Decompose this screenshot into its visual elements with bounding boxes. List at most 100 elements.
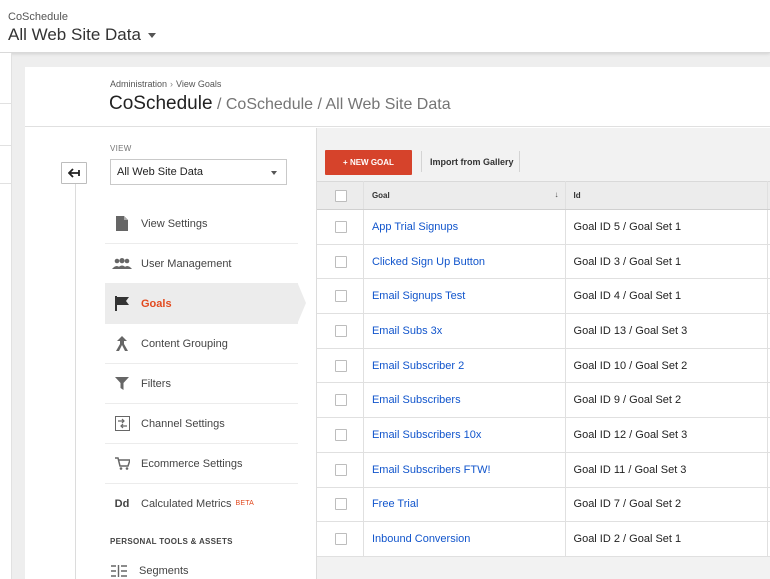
document-icon — [111, 216, 133, 232]
table-row: Free Trial Goal ID 7 / Goal Set 2 — [317, 487, 770, 523]
back-arrow-icon — [68, 168, 80, 178]
row-checkbox[interactable] — [335, 463, 347, 476]
page-title: CoSchedule / CoSchedule / All Web Site D… — [109, 93, 451, 115]
breadcrumb: Administration › View Goals — [110, 79, 221, 89]
row-checkbox-cell — [317, 278, 364, 315]
table-row: Email Subs 3x Goal ID 13 / Goal Set 3 — [317, 313, 770, 349]
table-row: Email Subscribers FTW! Goal ID 11 / Goal… — [317, 452, 770, 488]
row-checkbox-cell — [317, 313, 364, 349]
column-header-id[interactable]: Id — [565, 181, 768, 210]
goal-link[interactable]: Email Subs 3x — [363, 313, 566, 349]
menu-item-segments[interactable]: Segments — [111, 565, 189, 577]
column-header-goal[interactable]: Goal ↓ — [363, 181, 566, 210]
row-checkbox[interactable] — [335, 255, 347, 268]
sort-down-arrow-icon: ↓ — [554, 190, 559, 199]
goal-link[interactable]: Email Subscribers — [363, 382, 566, 419]
caret-down-icon — [271, 171, 277, 175]
menu-item-label: Content Grouping — [141, 337, 228, 350]
flag-icon — [111, 296, 133, 312]
menu-item-goals[interactable]: Goals — [105, 284, 306, 324]
row-checkbox[interactable] — [335, 533, 347, 546]
table-header-row: Goal ↓ Id — [317, 181, 770, 210]
menu-item-label: View Settings — [141, 217, 208, 230]
table-row: Inbound Conversion Goal ID 2 / Goal Set … — [317, 521, 770, 557]
breadcrumb-view-goals[interactable]: View Goals — [176, 79, 221, 89]
view-label: VIEW — [110, 144, 132, 153]
row-checkbox[interactable] — [335, 394, 347, 407]
goal-link[interactable]: Email Signups Test — [363, 278, 566, 315]
menu-item-label: Ecommerce Settings — [141, 457, 243, 470]
cart-icon — [111, 456, 133, 472]
row-checkbox[interactable] — [335, 428, 347, 441]
table-row: Email Subscriber 2 Goal ID 10 / Goal Set… — [317, 348, 770, 384]
row-checkbox-cell — [317, 382, 364, 419]
users-icon — [111, 256, 133, 272]
row-checkbox-cell — [317, 348, 364, 384]
toolbar-divider — [519, 151, 520, 172]
view-menu: View Settings User Management Goals Cont… — [105, 204, 306, 523]
row-checkbox[interactable] — [335, 324, 347, 337]
goal-link[interactable]: App Trial Signups — [363, 209, 566, 245]
row-checkbox[interactable] — [335, 359, 347, 372]
content-grouping-icon — [111, 336, 133, 352]
segments-icon — [111, 565, 129, 577]
row-checkbox-cell — [317, 487, 364, 523]
goal-link[interactable]: Inbound Conversion — [363, 521, 566, 557]
table-row: Email Subscribers Goal ID 9 / Goal Set 2 — [317, 382, 770, 419]
select-all-cell — [317, 181, 364, 210]
menu-item-user-management[interactable]: User Management — [105, 244, 298, 284]
select-all-checkbox[interactable] — [335, 189, 347, 202]
menu-item-calculated-metrics[interactable]: Dd Calculated Metrics BETA — [105, 484, 298, 523]
goal-id: Goal ID 12 / Goal Set 3 — [565, 417, 768, 453]
left-gutter — [0, 53, 12, 579]
panel-header: Administration › View Goals CoSchedule / C… — [25, 67, 770, 127]
page-title-sub: / CoSchedule / All Web Site Data — [212, 96, 451, 113]
table-row: Email Signups Test Goal ID 4 / Goal Set … — [317, 278, 770, 315]
menu-item-view-settings[interactable]: View Settings — [105, 204, 298, 244]
goal-id: Goal ID 13 / Goal Set 3 — [565, 313, 768, 349]
menu-item-content-grouping[interactable]: Content Grouping — [105, 324, 298, 364]
menu-item-label: Segments — [139, 565, 189, 577]
account-name: CoSchedule — [8, 11, 68, 23]
goal-id: Goal ID 7 / Goal Set 2 — [565, 487, 768, 523]
personal-tools-heading: PERSONAL TOOLS & ASSETS — [110, 537, 233, 546]
goal-link[interactable]: Free Trial — [363, 487, 566, 523]
menu-item-label: Filters — [141, 377, 171, 390]
caret-down-icon — [147, 32, 156, 38]
menu-item-ecommerce-settings[interactable]: Ecommerce Settings — [105, 444, 298, 484]
row-checkbox[interactable] — [335, 220, 347, 233]
property-selector[interactable]: All Web Site Data — [8, 25, 156, 45]
menu-item-filters[interactable]: Filters — [105, 364, 298, 404]
goals-table: Goal ↓ Id App Trial Signups Goal ID 5 / G… — [317, 181, 770, 557]
row-checkbox-cell — [317, 452, 364, 488]
table-row: App Trial Signups Goal ID 5 / Goal Set 1 — [317, 209, 770, 245]
breadcrumb-separator: › — [170, 79, 174, 89]
row-checkbox[interactable] — [335, 498, 347, 511]
calculated-metrics-icon: Dd — [114, 497, 130, 510]
view-selected: All Web Site Data — [117, 166, 204, 178]
goal-id: Goal ID 9 / Goal Set 2 — [565, 382, 768, 419]
goal-id: Goal ID 10 / Goal Set 2 — [565, 348, 768, 384]
goal-id: Goal ID 2 / Goal Set 1 — [565, 521, 768, 557]
back-button[interactable] — [61, 162, 87, 184]
menu-item-label: User Management — [141, 257, 232, 270]
new-goal-button[interactable]: + NEW GOAL — [325, 150, 412, 175]
view-selector[interactable]: All Web Site Data — [110, 159, 287, 185]
goal-link[interactable]: Email Subscribers 10x — [363, 417, 566, 453]
goal-link[interactable]: Email Subscriber 2 — [363, 348, 566, 384]
goal-link[interactable]: Clicked Sign Up Button — [363, 244, 566, 280]
goals-area: + NEW GOAL Import from Gallery Goal ↓ Id … — [316, 128, 770, 579]
goal-id: Goal ID 11 / Goal Set 3 — [565, 452, 768, 488]
toolbar-divider — [421, 151, 422, 172]
menu-item-channel-settings[interactable]: Channel Settings — [105, 404, 298, 444]
goal-link[interactable]: Email Subscribers FTW! — [363, 452, 566, 488]
beta-badge: BETA — [235, 500, 255, 507]
top-header: CoSchedule All Web Site Data — [0, 0, 770, 53]
column-divider-line — [75, 162, 76, 579]
row-checkbox[interactable] — [335, 290, 347, 303]
breadcrumb-administration[interactable]: Administration — [110, 79, 167, 89]
row-checkbox-cell — [317, 417, 364, 453]
goal-id: Goal ID 5 / Goal Set 1 — [565, 209, 768, 245]
import-from-gallery-button[interactable]: Import from Gallery — [430, 157, 514, 167]
row-checkbox-cell — [317, 209, 364, 245]
